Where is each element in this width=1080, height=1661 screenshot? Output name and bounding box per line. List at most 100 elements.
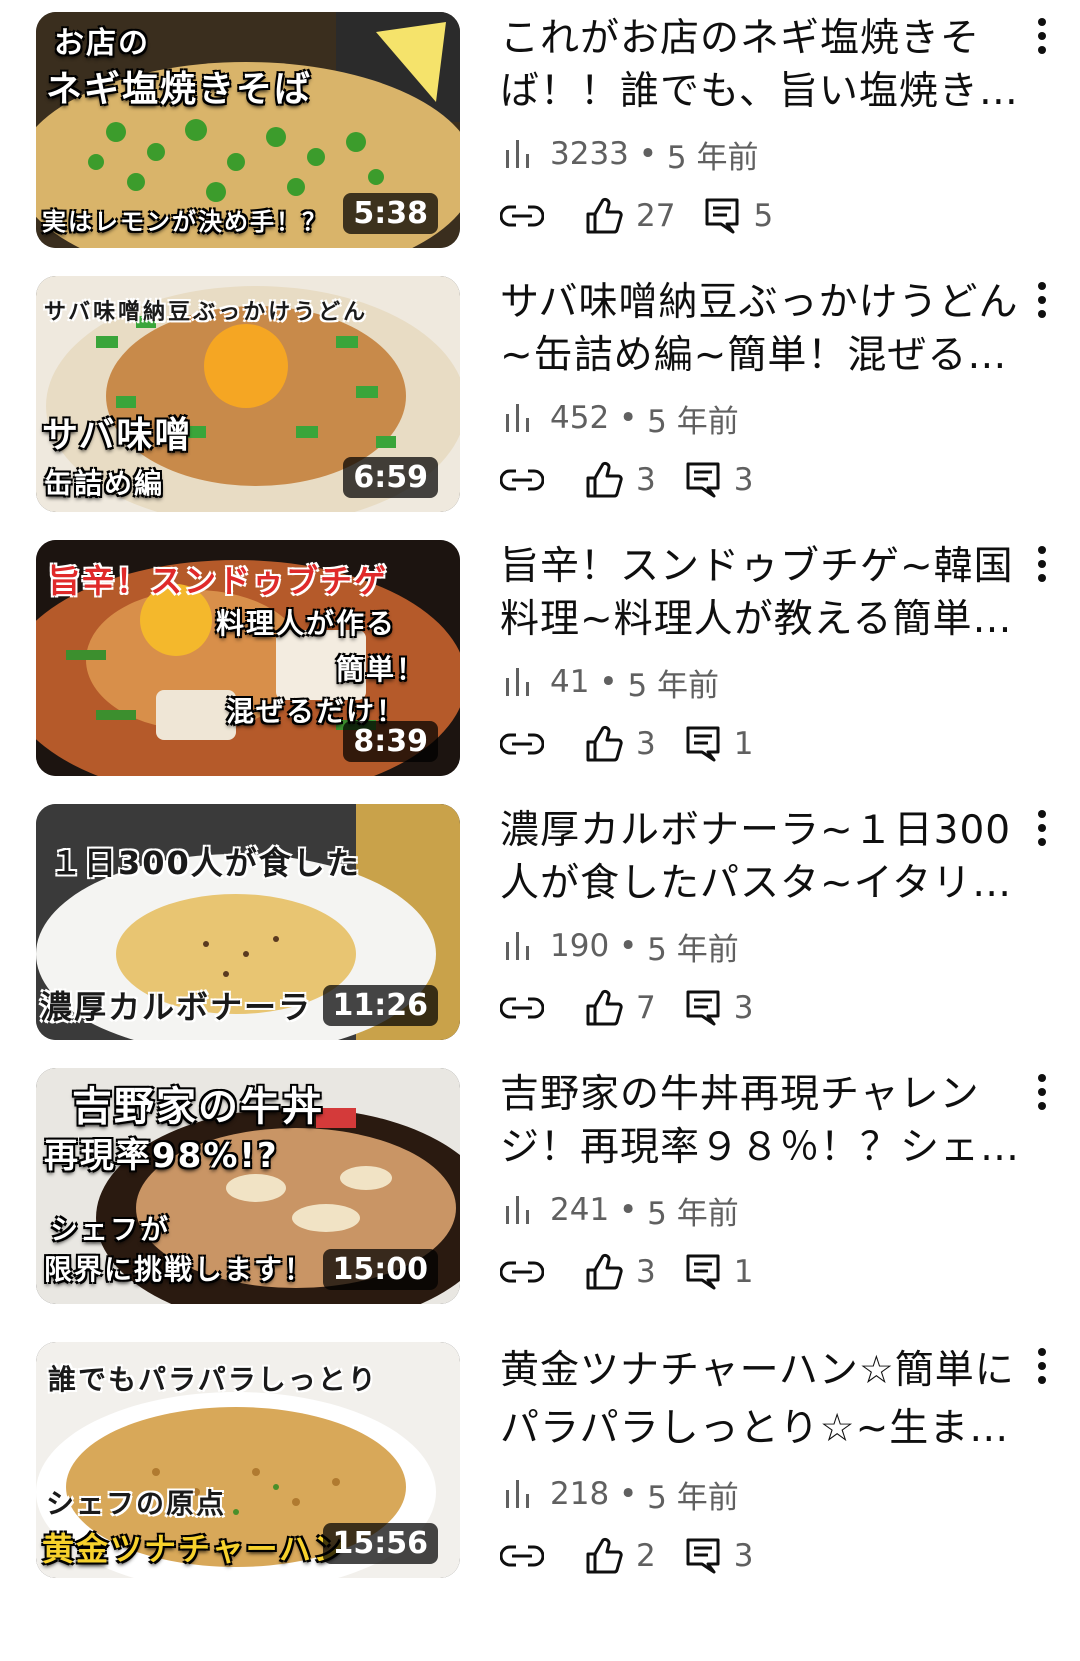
- video-duration: 8:39: [343, 721, 438, 762]
- more-vert-icon[interactable]: [1022, 14, 1062, 64]
- comment-icon: [686, 1254, 720, 1290]
- video-actions: 3 1: [500, 722, 1020, 766]
- share-button[interactable]: [500, 465, 556, 495]
- video-meta: 241 • 5 年前: [500, 1190, 1020, 1232]
- thumbnail-caption: 限界に挑戦します！: [44, 1253, 315, 1286]
- video-item[interactable]: サバ味噌納豆ぶっかけうどん サバ味噌 缶詰め編 6:59 サバ味噌納豆ぶっかけう…: [0, 264, 1080, 512]
- video-info: 黄金ツナチャーハン☆簡単にパラパラしっとり☆~生まれたてのチャーハン 218 •…: [500, 1342, 1020, 1578]
- meta-separator: •: [628, 136, 667, 172]
- bar-chart-icon: [506, 932, 529, 960]
- more-vert-icon[interactable]: [1022, 542, 1062, 592]
- thumbnail-caption: サバ味噌: [42, 415, 193, 456]
- more-vert-icon[interactable]: [1022, 1070, 1062, 1120]
- thumbnail-caption: お店の: [54, 26, 150, 61]
- comment-button[interactable]: 3: [684, 988, 753, 1028]
- video-thumbnail[interactable]: お店の ネギ塩焼きそば 実はレモンが決め手！？ 5:38: [36, 12, 460, 248]
- thumb-up-icon: [586, 989, 623, 1026]
- thumbnail-caption: 旨辛！スンドゥブチゲ: [48, 562, 389, 600]
- video-actions: 7 3: [500, 986, 1020, 1030]
- comment-button[interactable]: 1: [684, 1252, 753, 1292]
- thumbnail-caption: 黄金ツナチャーハン: [42, 1530, 348, 1568]
- video-item[interactable]: お店の ネギ塩焼きそば 実はレモンが決め手！？ 5:38 これがお店のネギ塩焼き…: [0, 0, 1080, 248]
- view-count: 3233: [550, 136, 629, 172]
- like-button[interactable]: 2: [584, 1536, 656, 1576]
- view-count: 241: [550, 1192, 610, 1228]
- thumb-up-icon: [586, 1253, 623, 1290]
- link-icon: [500, 205, 544, 227]
- thumbnail-caption: 料理人が作る: [216, 607, 397, 640]
- comment-icon: [686, 726, 720, 762]
- link-icon: [500, 1261, 544, 1283]
- video-info: サバ味噌納豆ぶっかけうどん~缶詰め編~簡単！混ぜるだけ 452 • 5 年前: [500, 276, 1020, 502]
- upload-age: 5 年前: [666, 139, 759, 176]
- video-thumbnail[interactable]: 吉野家の牛丼 再現率98%!? シェフが 限界に挑戦します！ 15:00: [36, 1068, 460, 1304]
- upload-age: 5 年前: [647, 1479, 739, 1516]
- video-meta: 452 • 5 年前: [500, 398, 1020, 440]
- thumbnail-caption: 缶詰め編: [44, 467, 165, 500]
- video-title[interactable]: 吉野家の牛丼再現チャレンジ！再現率９８％！？シェフが限界に挑戦: [500, 1068, 1020, 1174]
- like-button[interactable]: 27: [584, 196, 675, 236]
- like-button[interactable]: 3: [584, 724, 656, 764]
- comment-button[interactable]: 3: [684, 460, 753, 500]
- share-button[interactable]: [500, 993, 556, 1023]
- thumbnail-caption: 濃厚カルボナーラ: [40, 988, 313, 1026]
- more-vert-icon[interactable]: [1022, 278, 1062, 328]
- view-count: 452: [550, 400, 610, 436]
- comment-count: 1: [733, 726, 754, 762]
- comment-button[interactable]: 1: [684, 724, 754, 764]
- like-count: 27: [636, 198, 676, 234]
- upload-age: 5 年前: [647, 403, 739, 440]
- upload-age: 5 年前: [647, 931, 739, 968]
- video-actions: 3 1: [500, 1250, 1020, 1294]
- video-actions: 27 5: [500, 194, 1020, 238]
- more-vert-icon[interactable]: [1022, 806, 1062, 856]
- comment-icon: [686, 462, 720, 498]
- thumb-up-icon: [586, 197, 623, 234]
- thumb-up-icon: [586, 725, 623, 762]
- video-duration: 6:59: [343, 457, 438, 498]
- thumb-up-icon: [586, 461, 623, 498]
- video-actions: 3 3: [500, 458, 1020, 502]
- video-item[interactable]: 旨辛！スンドゥブチゲ 料理人が作る 簡単！ 混ぜるだけ！ 8:39 旨辛！スンド…: [0, 528, 1080, 776]
- meta-separator: •: [609, 928, 648, 964]
- video-thumbnail[interactable]: １日300人が食した 濃厚カルボナーラ 11:26: [36, 804, 460, 1040]
- video-thumbnail[interactable]: 誰でもパラパラしっとり シェフの原点 黄金ツナチャーハン 15:56: [36, 1342, 460, 1578]
- share-button[interactable]: [500, 201, 556, 231]
- bar-chart-icon: [506, 1480, 529, 1508]
- thumbnail-caption: １日300人が食した: [50, 844, 361, 882]
- comment-button[interactable]: 5: [703, 196, 773, 236]
- comment-button[interactable]: 3: [684, 1536, 754, 1576]
- like-count: 3: [636, 726, 656, 762]
- video-title[interactable]: 黄金ツナチャーハン☆簡単にパラパラしっとり☆~生まれたてのチャーハン: [500, 1342, 1020, 1458]
- comment-count: 3: [733, 1538, 754, 1574]
- like-button[interactable]: 3: [584, 460, 656, 500]
- video-title[interactable]: 旨辛！スンドゥブチゲ~韓国料理~料理人が教える簡単レシピ: [500, 540, 1020, 646]
- bar-chart-icon: [506, 404, 529, 432]
- view-count: 218: [550, 1476, 610, 1512]
- video-item[interactable]: １日300人が食した 濃厚カルボナーラ 11:26 濃厚カルボナーラ~１日300…: [0, 792, 1080, 1040]
- video-thumbnail[interactable]: 旨辛！スンドゥブチゲ 料理人が作る 簡単！ 混ぜるだけ！ 8:39: [36, 540, 460, 776]
- thumbnail-caption: 実はレモンが決め手！？: [42, 208, 328, 236]
- like-button[interactable]: 3: [584, 1252, 656, 1292]
- video-duration: 15:00: [322, 1249, 438, 1290]
- more-vert-icon[interactable]: [1022, 1344, 1062, 1394]
- video-meta: 41 • 5 年前: [500, 662, 1020, 704]
- video-meta: 190 • 5 年前: [500, 926, 1020, 968]
- share-button[interactable]: [500, 729, 556, 759]
- like-button[interactable]: 7: [584, 988, 656, 1028]
- video-title[interactable]: これがお店のネギ塩焼きそば！！誰でも、旨い塩焼きそば: [500, 12, 1020, 118]
- video-info: 濃厚カルボナーラ~１日300人が食したパスタ~イタリアン 190 • 5 年前: [500, 804, 1020, 1030]
- video-title[interactable]: サバ味噌納豆ぶっかけうどん~缶詰め編~簡単！混ぜるだけ: [500, 276, 1020, 382]
- thumbnail-caption: 誰でもパラパラしっとり: [48, 1363, 378, 1396]
- view-count: 190: [550, 928, 610, 964]
- share-button[interactable]: [500, 1257, 556, 1287]
- like-count: 2: [636, 1538, 656, 1574]
- share-button[interactable]: [500, 1541, 556, 1571]
- video-item[interactable]: 吉野家の牛丼 再現率98%!? シェフが 限界に挑戦します！ 15:00 吉野家…: [0, 1056, 1080, 1304]
- video-thumbnail[interactable]: サバ味噌納豆ぶっかけうどん サバ味噌 缶詰め編 6:59: [36, 276, 460, 512]
- thumbnail-caption: サバ味噌納豆ぶっかけうどん: [44, 300, 369, 325]
- video-item[interactable]: 誰でもパラパラしっとり シェフの原点 黄金ツナチャーハン 15:56 黄金ツナチ…: [0, 1330, 1080, 1578]
- video-info: これがお店のネギ塩焼きそば！！誰でも、旨い塩焼きそば 3233 • 5 年前: [500, 12, 1020, 238]
- thumbnail-caption: 吉野家の牛丼: [72, 1084, 324, 1130]
- video-title[interactable]: 濃厚カルボナーラ~１日300人が食したパスタ~イタリアン: [500, 804, 1020, 910]
